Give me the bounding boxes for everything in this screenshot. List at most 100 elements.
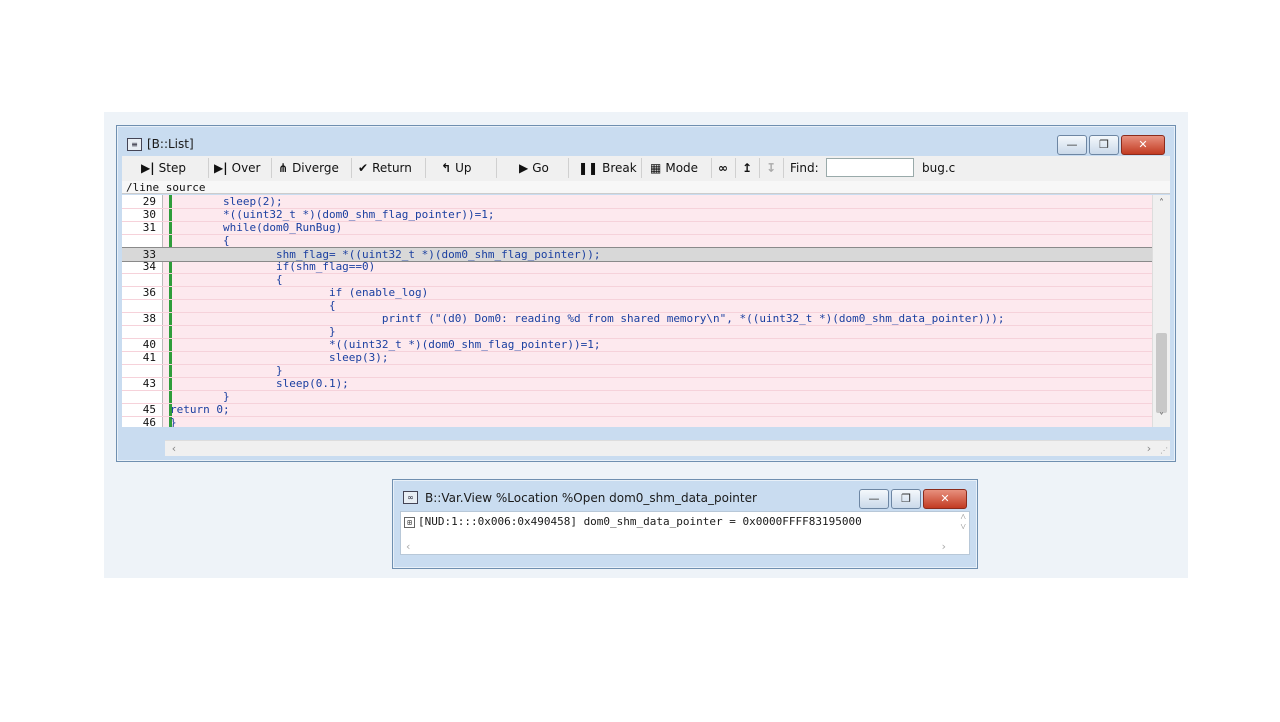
debug-toolbar: ▶| Step ▶| Over ⋔ Diverge ✔ Return ↰ Up ▶ Go ❚… xyxy=(122,156,1170,182)
diverge-icon: ⋔ xyxy=(278,161,289,175)
source-text: printf ("(d0) Dom0: reading %d from shar… xyxy=(170,312,1005,325)
arrow-down-icon: ↧ xyxy=(766,161,777,175)
up-icon: ↰ xyxy=(441,161,452,175)
mode-icon: ▦ xyxy=(650,161,662,175)
view-binoculars-button[interactable]: ∞ xyxy=(714,158,736,178)
source-text: if (enable_log) xyxy=(170,286,429,299)
line-number: 34 xyxy=(142,260,156,273)
horizontal-scrollbar[interactable]: ‹ › ⋰ xyxy=(165,440,1170,456)
code-line[interactable]: 45 return 0; xyxy=(122,403,1153,417)
source-text: *((uint32_t *)(dom0_shm_flag_pointer))=1… xyxy=(170,208,495,221)
vertical-scroll-thumb[interactable] xyxy=(1156,333,1167,413)
source-text: } xyxy=(170,390,230,403)
source-text: if(shm_flag==0) xyxy=(170,260,376,273)
go-button[interactable]: ▶ Go xyxy=(515,158,569,178)
line-number: 29 xyxy=(142,195,156,208)
source-text: } xyxy=(170,416,177,427)
vertical-scrollbar[interactable]: ˄ ˅ xyxy=(1152,195,1170,427)
line-number: 30 xyxy=(142,208,156,221)
scroll-down-icon[interactable]: ˅ xyxy=(1153,411,1170,425)
goto-down-button[interactable]: ↧ xyxy=(762,158,784,178)
var-scroll-right-icon[interactable]: › xyxy=(940,540,947,553)
var-close-button[interactable]: ✕ xyxy=(923,489,967,509)
mode-button[interactable]: ▦ Mode xyxy=(646,158,712,178)
return-icon: ✔ xyxy=(358,161,369,175)
line-number: 40 xyxy=(142,338,156,351)
var-view-title: B::Var.View %Location %Open dom0_shm_dat… xyxy=(425,491,757,505)
list-window-titlebar[interactable]: ≡ [B::List] — ❐ ✕ xyxy=(117,126,1175,156)
code-line[interactable]: { xyxy=(122,299,1153,313)
up-button[interactable]: ↰ Up xyxy=(437,158,497,178)
resize-grip-icon[interactable]: ⋰ xyxy=(1160,446,1168,455)
over-button[interactable]: ▶| Over xyxy=(210,158,272,178)
find-input[interactable] xyxy=(826,158,914,177)
var-view-window: ∞ B::Var.View %Location %Open dom0_shm_d… xyxy=(392,479,978,569)
list-window-title: [B::List] xyxy=(147,137,194,151)
code-line[interactable]: 40 *((uint32_t *)(dom0_shm_flag_pointer)… xyxy=(122,338,1153,352)
variable-value: [NUD:1:::0x006:0x490458] dom0_shm_data_p… xyxy=(418,515,862,528)
binoculars-icon: ∞ xyxy=(718,161,728,175)
code-line[interactable]: 41 sleep(3); xyxy=(122,351,1153,365)
source-text: { xyxy=(170,234,230,247)
break-icon: ❚❚ xyxy=(578,161,599,175)
code-line[interactable]: } xyxy=(122,390,1153,404)
line-number: 45 xyxy=(142,403,156,416)
file-name-label: bug.c xyxy=(922,161,956,175)
go-icon: ▶ xyxy=(519,161,529,175)
code-line[interactable]: 38 printf ("(d0) Dom0: reading %d from s… xyxy=(122,312,1153,326)
var-scroll-down-icon[interactable]: ˅ xyxy=(960,522,966,533)
column-header: /line source xyxy=(122,181,1170,194)
source-text: { xyxy=(170,273,283,286)
line-number: 38 xyxy=(142,312,156,325)
var-minimize-button[interactable]: — xyxy=(859,489,889,509)
source-text: sleep(2); xyxy=(170,195,283,208)
source-text: sleep(0.1); xyxy=(170,377,349,390)
scroll-up-icon[interactable]: ˄ xyxy=(1153,197,1170,211)
code-line[interactable]: } xyxy=(122,325,1153,339)
step-button[interactable]: ▶| Step xyxy=(137,158,209,178)
code-line[interactable]: 36 if (enable_log) xyxy=(122,286,1153,300)
code-line[interactable]: 43 sleep(0.1); xyxy=(122,377,1153,391)
code-line[interactable]: 31 while(dom0_RunBug) xyxy=(122,221,1153,235)
close-button[interactable]: ✕ xyxy=(1121,135,1165,155)
line-number: 46 xyxy=(142,416,156,427)
break-button[interactable]: ❚❚ Break xyxy=(574,158,642,178)
find-label: Find: xyxy=(790,161,819,175)
source-text: *((uint32_t *)(dom0_shm_flag_pointer))=1… xyxy=(170,338,601,351)
minimize-button[interactable]: — xyxy=(1057,135,1087,155)
var-view-titlebar[interactable]: ∞ B::Var.View %Location %Open dom0_shm_d… xyxy=(393,480,977,510)
code-line[interactable]: 34 if(shm_flag==0) xyxy=(122,260,1153,274)
code-line[interactable]: 29 sleep(2); xyxy=(122,195,1153,209)
binoculars-icon: ∞ xyxy=(403,491,418,504)
code-line[interactable]: 30 *((uint32_t *)(dom0_shm_flag_pointer)… xyxy=(122,208,1153,222)
expand-icon[interactable]: ⊞ xyxy=(404,517,415,528)
source-text: } xyxy=(170,364,283,377)
goto-up-button[interactable]: ↥ xyxy=(738,158,760,178)
code-line[interactable]: { xyxy=(122,234,1153,248)
line-number: 31 xyxy=(142,221,156,234)
restore-button[interactable]: ❐ xyxy=(1089,135,1119,155)
step-icon: ▶| xyxy=(141,161,155,175)
source-text: return 0; xyxy=(170,403,230,416)
over-icon: ▶| xyxy=(214,161,228,175)
source-text: { xyxy=(170,299,336,312)
var-scroll-left-icon[interactable]: ‹ xyxy=(405,540,412,553)
var-restore-button[interactable]: ❐ xyxy=(891,489,921,509)
diverge-button[interactable]: ⋔ Diverge xyxy=(274,158,352,178)
code-line[interactable]: 46} xyxy=(122,416,1153,427)
source-text: sleep(3); xyxy=(170,351,389,364)
return-button[interactable]: ✔ Return xyxy=(354,158,426,178)
source-code-view[interactable]: 29 sleep(2); 30 *((uint32_t *)(dom0_shm_f… xyxy=(122,195,1153,427)
source-text: } xyxy=(170,325,336,338)
line-number: 36 xyxy=(142,286,156,299)
scroll-left-icon[interactable]: ‹ xyxy=(167,441,181,456)
list-window-icon: ≡ xyxy=(127,138,142,151)
scroll-right-icon[interactable]: › xyxy=(1142,441,1156,456)
line-number: 43 xyxy=(142,377,156,390)
source-text: while(dom0_RunBug) xyxy=(170,221,343,234)
code-line[interactable]: { xyxy=(122,273,1153,287)
arrow-up-icon: ↥ xyxy=(742,161,753,175)
variable-row[interactable]: ⊞ [NUD:1:::0x006:0x490458] dom0_shm_data… xyxy=(400,511,970,555)
code-line[interactable]: } xyxy=(122,364,1153,378)
line-number: 41 xyxy=(142,351,156,364)
